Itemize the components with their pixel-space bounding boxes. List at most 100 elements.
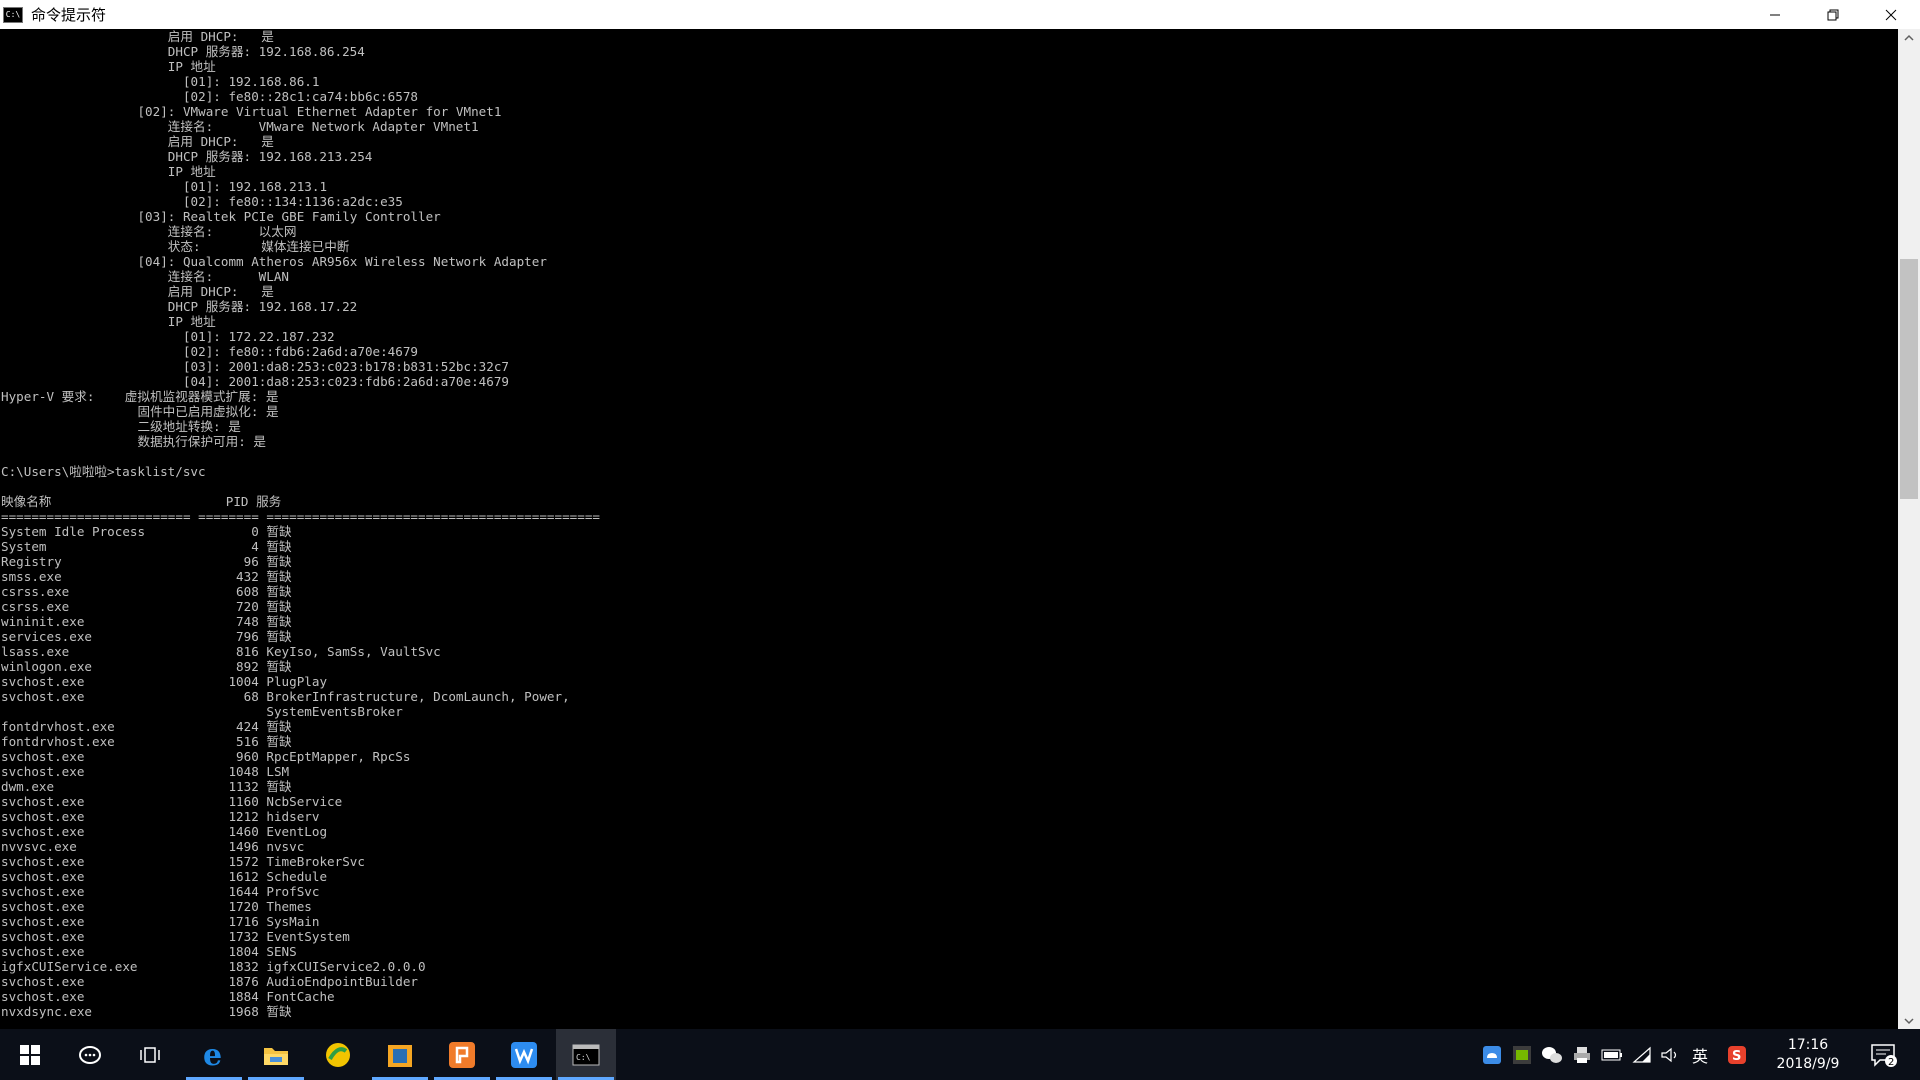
console-line: 映像名称 PID 服务	[1, 494, 282, 509]
tray-wifi[interactable]	[1630, 1029, 1654, 1080]
console-line: [01]: 172.22.187.232	[1, 329, 335, 344]
file-explorer-button[interactable]	[246, 1029, 306, 1080]
cmd-button[interactable]: C:\	[556, 1029, 616, 1080]
edge-button[interactable]: e	[184, 1029, 244, 1080]
console-line: [02]: VMware Virtual Ethernet Adapter fo…	[1, 104, 502, 119]
console-line: winlogon.exe 892 暂缺	[1, 659, 292, 674]
console-line: svchost.exe 1048 LSM	[1, 764, 290, 779]
close-button[interactable]	[1862, 0, 1920, 29]
console-line: 启用 DHCP: 是	[1, 29, 274, 44]
console-line: svchost.exe 1460 EventLog	[1, 824, 328, 839]
console-line: svchost.exe 1212 hidserv	[1, 809, 320, 824]
console-line: igfxCUIService.exe 1832 igfxCUIService2.…	[1, 959, 426, 974]
console-line: [01]: 192.168.213.1	[1, 179, 328, 194]
console-line: svchost.exe 960 RpcEptMapper, RpcSs	[1, 749, 411, 764]
maximize-button[interactable]	[1804, 0, 1862, 29]
console-line: IP 地址	[1, 314, 216, 329]
task-view-icon	[140, 1046, 160, 1063]
notification-icon: 2	[1871, 1043, 1897, 1068]
scroll-down-arrow-icon	[1904, 1017, 1914, 1024]
console-line: fontdrvhost.exe 424 暂缺	[1, 719, 292, 734]
console-line: [02]: fe80::134:1136:a2dc:e35	[1, 194, 403, 209]
console-line: svchost.exe 1732 EventSystem	[1, 929, 350, 944]
console-line: DHCP 服务器: 192.168.86.254	[1, 44, 365, 59]
box-app-icon	[388, 1044, 412, 1067]
action-center-button[interactable]: 2	[1862, 1029, 1906, 1080]
wps-button[interactable]	[494, 1029, 554, 1080]
minimize-icon	[1770, 14, 1780, 15]
console-line: [01]: 192.168.86.1	[1, 74, 320, 89]
console-line: 启用 DHCP: 是	[1, 284, 274, 299]
minimize-button[interactable]	[1746, 0, 1804, 29]
console-area[interactable]: 启用 DHCP: 是 DHCP 服务器: 192.168.86.254 IP 地…	[0, 29, 1898, 1029]
console-line: [02]: fe80::fdb6:2a6d:a70e:4679	[1, 344, 419, 359]
volume-icon	[1661, 1047, 1677, 1062]
console-line: 状态: 媒体连接已中断	[1, 239, 350, 254]
powerpoint-button[interactable]	[432, 1029, 492, 1080]
presentation-icon	[449, 1041, 475, 1068]
tray-volume[interactable]	[1658, 1029, 1682, 1080]
cmd-app-icon[interactable]: C:\	[3, 6, 23, 23]
title-bar: C:\ 命令提示符	[0, 0, 1920, 29]
cortana-button[interactable]	[60, 1029, 120, 1080]
console-line: svchost.exe 1572 TimeBrokerSvc	[1, 854, 365, 869]
terminal-icon: C:\	[572, 1044, 600, 1065]
vertical-scrollbar[interactable]	[1898, 29, 1920, 1029]
app-box-button[interactable]	[370, 1029, 430, 1080]
close-icon	[1885, 9, 1897, 20]
nvidia-icon	[1513, 1045, 1531, 1064]
wifi-icon	[1632, 1046, 1651, 1063]
scroll-up-button[interactable]	[1898, 29, 1920, 46]
scroll-up-arrow-icon	[1904, 34, 1914, 41]
tray-ime[interactable]: 英	[1686, 1029, 1714, 1080]
svg-text:e: e	[203, 1041, 222, 1069]
tray-sogou[interactable]: S	[1724, 1029, 1750, 1080]
taskbar: e C:\ 英 S 17:16 2018/9/9 2	[0, 1029, 1920, 1080]
console-line: Registry 96 暂缺	[1, 554, 292, 569]
console-line: [04]: Qualcomm Atheros AR956x Wireless N…	[1, 254, 547, 269]
scroll-thumb[interactable]	[1900, 259, 1918, 499]
battery-icon	[1601, 1049, 1622, 1060]
console-line: 数据执行保护可用: 是	[1, 434, 266, 449]
console-line: wininit.exe 748 暂缺	[1, 614, 292, 629]
start-button[interactable]	[0, 1029, 60, 1080]
task-view-button[interactable]	[120, 1029, 180, 1080]
tray-nvidia[interactable]	[1510, 1029, 1534, 1080]
ime-label: 英	[1691, 1046, 1708, 1066]
cortana-icon	[79, 1045, 101, 1064]
tray-wechat[interactable]	[1540, 1029, 1564, 1080]
console-line: svchost.exe 1876 AudioEndpointBuilder	[1, 974, 419, 989]
console-line: System 4 暂缺	[1, 539, 292, 554]
printer-icon	[1574, 1046, 1590, 1063]
console-output: 启用 DHCP: 是 DHCP 服务器: 192.168.86.254 IP 地…	[0, 29, 1898, 1019]
console-line: svchost.exe 1720 Themes	[1, 899, 312, 914]
scroll-down-button[interactable]	[1898, 1012, 1920, 1029]
tray-printer[interactable]	[1570, 1029, 1594, 1080]
console-line: services.exe 796 暂缺	[1, 629, 292, 644]
console-line: 连接名: 以太网	[1, 224, 297, 239]
console-line: IP 地址	[1, 164, 216, 179]
app-360-button[interactable]	[308, 1029, 368, 1080]
edge-icon: e	[203, 1041, 222, 1069]
console-line: csrss.exe 720 暂缺	[1, 599, 292, 614]
tray-battery[interactable]	[1600, 1029, 1624, 1080]
window-title: 命令提示符	[31, 6, 107, 24]
windows-logo-icon	[20, 1044, 40, 1065]
console-line: svchost.exe 1004 PlugPlay	[1, 674, 328, 689]
console-line: IP 地址	[1, 59, 216, 74]
console-line: nvxdsync.exe 1968 暂缺	[1, 1004, 292, 1019]
clock[interactable]: 17:16 2018/9/9	[1768, 1036, 1848, 1074]
console-line: 连接名: WLAN	[1, 269, 289, 284]
console-line: 二级地址转换: 是	[1, 419, 241, 434]
console-line: svchost.exe 1804 SENS	[1, 944, 297, 959]
tray-cloud[interactable]	[1480, 1029, 1504, 1080]
console-line: 启用 DHCP: 是	[1, 134, 274, 149]
svg-text:C:\: C:\	[576, 1053, 591, 1062]
console-line: nvvsvc.exe 1496 nvsvc	[1, 839, 305, 854]
console-line: svchost.exe 1160 NcbService	[1, 794, 343, 809]
360-icon	[326, 1042, 350, 1067]
console-line: [03]: Realtek PCIe GBE Family Controller	[1, 209, 441, 224]
console-line: DHCP 服务器: 192.168.213.254	[1, 149, 373, 164]
